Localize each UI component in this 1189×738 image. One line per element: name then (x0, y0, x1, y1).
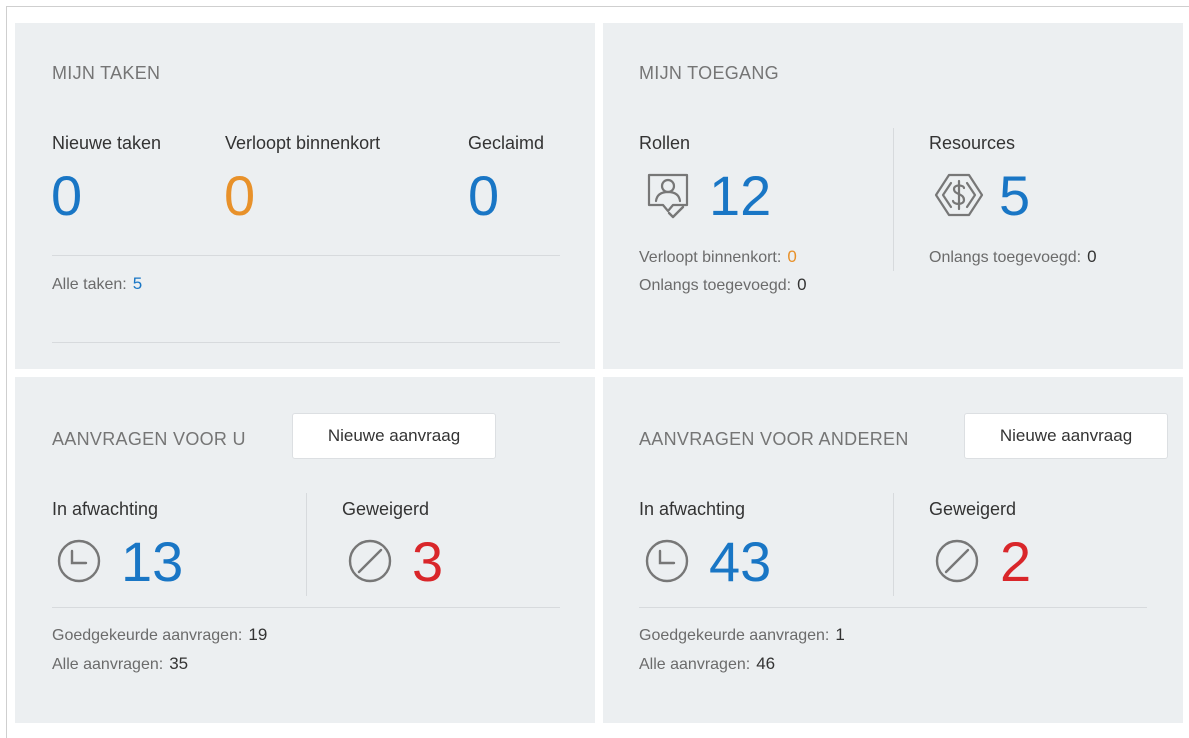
roles-recent-stat: Onlangs toegevoegd: 0 (639, 275, 807, 295)
new-request-button[interactable]: Nieuwe aanvraag (292, 413, 496, 459)
new-tasks-label: Nieuwe taken (52, 133, 162, 153)
frame-border-left (6, 6, 7, 738)
resources-recent-label: Onlangs toegevoegd: (929, 249, 1082, 266)
requests-for-you-card: AANVRAGEN VOOR U Nieuwe aanvraag In afwa… (15, 377, 595, 723)
divider (893, 128, 894, 271)
my-access-card: MIJN TOEGANG Rollen 12 Verloopt binnenko… (603, 23, 1183, 369)
pending-label: In afwachting (52, 499, 159, 519)
approved-count[interactable]: 19 (248, 625, 267, 644)
all-requests-stat: Alle aanvragen: 46 (639, 654, 775, 674)
new-tasks-count[interactable]: 0 (51, 168, 82, 224)
role-badge-icon (643, 171, 693, 221)
resource-dollar-icon (931, 170, 987, 220)
new-request-button[interactable]: Nieuwe aanvraag (964, 413, 1168, 459)
frame-border-top (6, 6, 1189, 7)
roles-expiring-count[interactable]: 0 (787, 247, 796, 266)
resources-recent-stat: Onlangs toegevoegd: 0 (929, 247, 1097, 267)
denied-label: Geweigerd (929, 499, 1017, 519)
card-title: AANVRAGEN VOOR U (52, 429, 246, 449)
all-requests-stat: Alle aanvragen: 35 (52, 654, 188, 674)
all-tasks-count[interactable]: 5 (133, 274, 142, 293)
divider (52, 342, 560, 343)
all-tasks-stat: Alle taken: 5 (52, 274, 142, 294)
approved-label: Goedgekeurde aanvragen: (639, 627, 830, 644)
resources-label: Resources (929, 133, 1016, 153)
approved-count[interactable]: 1 (835, 625, 844, 644)
all-requests-label: Alle aanvragen: (52, 656, 164, 673)
divider (306, 493, 307, 596)
clock-icon (55, 537, 103, 585)
roles-recent-label: Onlangs toegevoegd: (639, 277, 792, 294)
divider (52, 607, 560, 608)
resources-count[interactable]: 5 (999, 168, 1030, 224)
roles-recent-count[interactable]: 0 (797, 275, 806, 294)
clock-icon (643, 537, 691, 585)
all-tasks-label: Alle taken: (52, 276, 127, 293)
all-requests-label: Alle aanvragen: (639, 656, 751, 673)
approved-label: Goedgekeurde aanvragen: (52, 627, 243, 644)
pending-count[interactable]: 43 (709, 534, 771, 590)
card-title: AANVRAGEN VOOR ANDEREN (639, 429, 909, 449)
pending-count[interactable]: 13 (121, 534, 183, 590)
card-title: MIJN TAKEN (52, 63, 161, 83)
denied-count[interactable]: 3 (412, 534, 443, 590)
roles-expiring-stat: Verloopt binnenkort: 0 (639, 247, 797, 267)
expiring-tasks-count[interactable]: 0 (224, 168, 255, 224)
divider (639, 607, 1147, 608)
divider (52, 255, 560, 256)
all-requests-count[interactable]: 46 (756, 654, 775, 673)
all-requests-count[interactable]: 35 (169, 654, 188, 673)
claimed-tasks-count[interactable]: 0 (468, 168, 499, 224)
approved-stat: Goedgekeurde aanvragen: 19 (52, 625, 267, 645)
expiring-tasks-label: Verloopt binnenkort (225, 133, 381, 153)
divider (893, 493, 894, 596)
roles-count[interactable]: 12 (709, 168, 771, 224)
roles-expiring-label: Verloopt binnenkort: (639, 249, 782, 266)
denied-label: Geweigerd (342, 499, 430, 519)
card-title: MIJN TOEGANG (639, 63, 779, 83)
denied-circle-icon (933, 537, 981, 585)
claimed-tasks-label: Geclaimd (468, 133, 545, 153)
denied-circle-icon (346, 537, 394, 585)
requests-for-others-card: AANVRAGEN VOOR ANDEREN Nieuwe aanvraag I… (603, 377, 1183, 723)
roles-label: Rollen (639, 133, 691, 153)
my-tasks-card: MIJN TAKEN Nieuwe taken 0 Verloopt binne… (15, 23, 595, 369)
denied-count[interactable]: 2 (1000, 534, 1031, 590)
pending-label: In afwachting (639, 499, 746, 519)
resources-recent-count[interactable]: 0 (1087, 247, 1096, 266)
approved-stat: Goedgekeurde aanvragen: 1 (639, 625, 845, 645)
